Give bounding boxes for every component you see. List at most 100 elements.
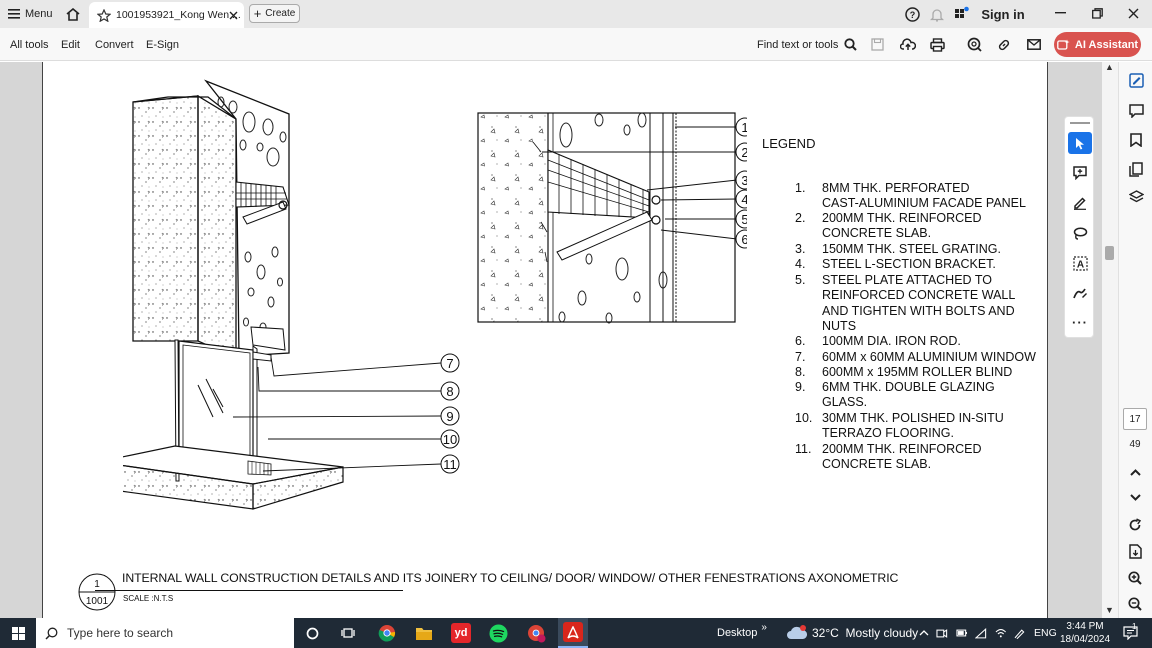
chrome-app[interactable] bbox=[374, 618, 400, 648]
legend-number: 2. bbox=[795, 211, 806, 225]
home-button[interactable] bbox=[62, 4, 84, 24]
comment-tool[interactable] bbox=[1119, 99, 1152, 123]
select-tool[interactable] bbox=[1068, 132, 1092, 154]
star-icon[interactable] bbox=[97, 8, 111, 22]
wifi-icon bbox=[995, 629, 1006, 638]
ai-assistant-button[interactable]: AI Assistant bbox=[1054, 32, 1141, 57]
file-explorer-app[interactable] bbox=[411, 618, 437, 648]
action-center-button[interactable]: 1 bbox=[1118, 618, 1142, 648]
stamp-tool[interactable] bbox=[1068, 282, 1092, 304]
pdf-page: 7 8 9 10 11 1 2 3 4 5 6 LEGEND 1. 8MM TH… bbox=[42, 62, 1048, 618]
edit-menu[interactable]: Edit bbox=[61, 28, 80, 61]
legend-number: 7. bbox=[795, 350, 806, 364]
chrome-profile-app[interactable] bbox=[523, 618, 549, 648]
legend-text: 200MM THK. REINFORCED CONCRETE SLAB. bbox=[822, 211, 982, 241]
spotify-app[interactable] bbox=[485, 618, 511, 648]
detail-callout-2: 2 bbox=[741, 145, 747, 160]
mail-icon bbox=[1027, 39, 1041, 50]
zoom-in-button[interactable] bbox=[1125, 569, 1145, 587]
next-page-button[interactable] bbox=[1125, 489, 1145, 505]
callout-8: 8 bbox=[446, 384, 453, 399]
scroll-up-arrow[interactable]: ▲ bbox=[1105, 62, 1114, 72]
hamburger-icon bbox=[8, 9, 20, 19]
bookmark-tool[interactable] bbox=[1119, 128, 1152, 152]
document-viewer[interactable]: 7 8 9 10 11 1 2 3 4 5 6 LEGEND 1. 8MM TH… bbox=[0, 62, 1118, 618]
esign-menu[interactable]: E-Sign bbox=[146, 28, 179, 61]
save-button[interactable] bbox=[871, 28, 886, 61]
legend-text: 30MM THK. POLISHED IN-SITU TERRAZO FLOOR… bbox=[822, 411, 1004, 441]
all-tools-label: All tools bbox=[10, 38, 49, 51]
draw-tool[interactable] bbox=[1068, 222, 1092, 244]
layers-tool[interactable] bbox=[1119, 185, 1152, 209]
more-tools-button[interactable]: ··· bbox=[1068, 313, 1092, 331]
all-tools-menu[interactable]: All tools bbox=[10, 28, 49, 61]
vertical-scrollbar[interactable]: ▲ ▼ bbox=[1102, 62, 1118, 618]
pages-tool[interactable] bbox=[1119, 157, 1152, 181]
edit-pdf-tool[interactable] bbox=[1119, 68, 1152, 92]
highlight-tool[interactable] bbox=[1068, 192, 1092, 214]
callout-10: 10 bbox=[443, 432, 457, 447]
detail-callout-5: 5 bbox=[741, 212, 747, 227]
legend-number: 4. bbox=[795, 257, 806, 271]
toolbar-drag-handle[interactable] bbox=[1070, 122, 1090, 124]
start-button[interactable] bbox=[0, 618, 36, 648]
close-tab-icon[interactable] bbox=[229, 11, 238, 20]
legend-text: 6MM THK. DOUBLE GLAZING GLASS. bbox=[822, 380, 995, 410]
zoom-out-icon bbox=[1128, 597, 1142, 611]
save-page-button[interactable] bbox=[1125, 542, 1145, 560]
print-button[interactable] bbox=[930, 28, 947, 61]
create-button[interactable]: + Create bbox=[249, 4, 300, 23]
clock[interactable]: 3:44 PM 18/04/2024 bbox=[1060, 620, 1110, 646]
share-link-button[interactable] bbox=[997, 28, 1013, 61]
cortana-button[interactable] bbox=[300, 618, 324, 648]
tray-icons[interactable] bbox=[936, 618, 1026, 648]
email-button[interactable] bbox=[1027, 28, 1043, 61]
notifications-button[interactable] bbox=[929, 6, 945, 22]
weather-widget[interactable]: 32°C Mostly cloudy bbox=[786, 618, 918, 648]
text-recognition-tool[interactable]: A bbox=[1068, 252, 1092, 274]
legend-number: 11. bbox=[795, 442, 812, 456]
desktop-toolbar[interactable]: Desktop » bbox=[717, 618, 767, 648]
document-tab[interactable]: 1001953921_Kong Wen ... bbox=[89, 2, 244, 28]
scroll-thumb[interactable] bbox=[1105, 246, 1114, 260]
find-tools-button[interactable]: Find text or tools bbox=[757, 28, 858, 61]
scroll-down-arrow[interactable]: ▼ bbox=[1105, 605, 1114, 615]
chevron-up-icon bbox=[919, 630, 929, 636]
search-document-button[interactable] bbox=[967, 28, 983, 61]
convert-menu[interactable]: Convert bbox=[95, 28, 134, 61]
taskbar-search-box[interactable]: Type here to search bbox=[36, 618, 294, 648]
copy-pages-icon bbox=[1129, 161, 1143, 177]
chevron-down-icon bbox=[1129, 493, 1141, 501]
cloud-upload-icon bbox=[900, 38, 916, 50]
detail-callout-3: 3 bbox=[741, 173, 747, 188]
task-view-button[interactable] bbox=[336, 618, 360, 648]
add-comment-tool[interactable] bbox=[1068, 162, 1092, 184]
youdao-app[interactable]: yd bbox=[448, 618, 474, 648]
menu-button[interactable]: Menu bbox=[8, 4, 54, 24]
upload-button[interactable] bbox=[900, 28, 917, 61]
show-hidden-icons-button[interactable] bbox=[917, 618, 931, 648]
taskbar-search-placeholder: Type here to search bbox=[67, 626, 174, 640]
right-tools-panel bbox=[1066, 62, 1152, 618]
acrobat-app[interactable] bbox=[558, 618, 588, 648]
help-button[interactable]: ? bbox=[904, 6, 920, 22]
zoom-out-button[interactable] bbox=[1125, 595, 1145, 613]
rotate-button[interactable] bbox=[1125, 516, 1145, 534]
sign-in-label: Sign in bbox=[981, 6, 1025, 22]
title-bar: Menu 1001953921_Kong Wen ... + Create ? … bbox=[0, 0, 1152, 28]
legend-text: STEEL PLATE ATTACHED TO REINFORCED CONCR… bbox=[822, 273, 1016, 334]
printer-icon bbox=[930, 37, 945, 52]
desktop-label: Desktop bbox=[717, 627, 758, 639]
sign-in-button[interactable]: Sign in bbox=[980, 5, 1026, 23]
page-number-input[interactable]: 17 bbox=[1123, 408, 1147, 430]
apps-button[interactable] bbox=[953, 5, 969, 22]
apps-grid-icon bbox=[954, 6, 969, 18]
minimize-button[interactable] bbox=[1050, 4, 1070, 22]
language-indicator[interactable]: ENG bbox=[1034, 627, 1057, 639]
close-window-button[interactable] bbox=[1123, 4, 1143, 22]
spotify-icon bbox=[489, 624, 507, 642]
create-label: Create bbox=[265, 8, 296, 19]
magnify-doc-icon bbox=[967, 37, 982, 52]
previous-page-button[interactable] bbox=[1125, 464, 1145, 480]
maximize-button[interactable] bbox=[1087, 4, 1107, 22]
